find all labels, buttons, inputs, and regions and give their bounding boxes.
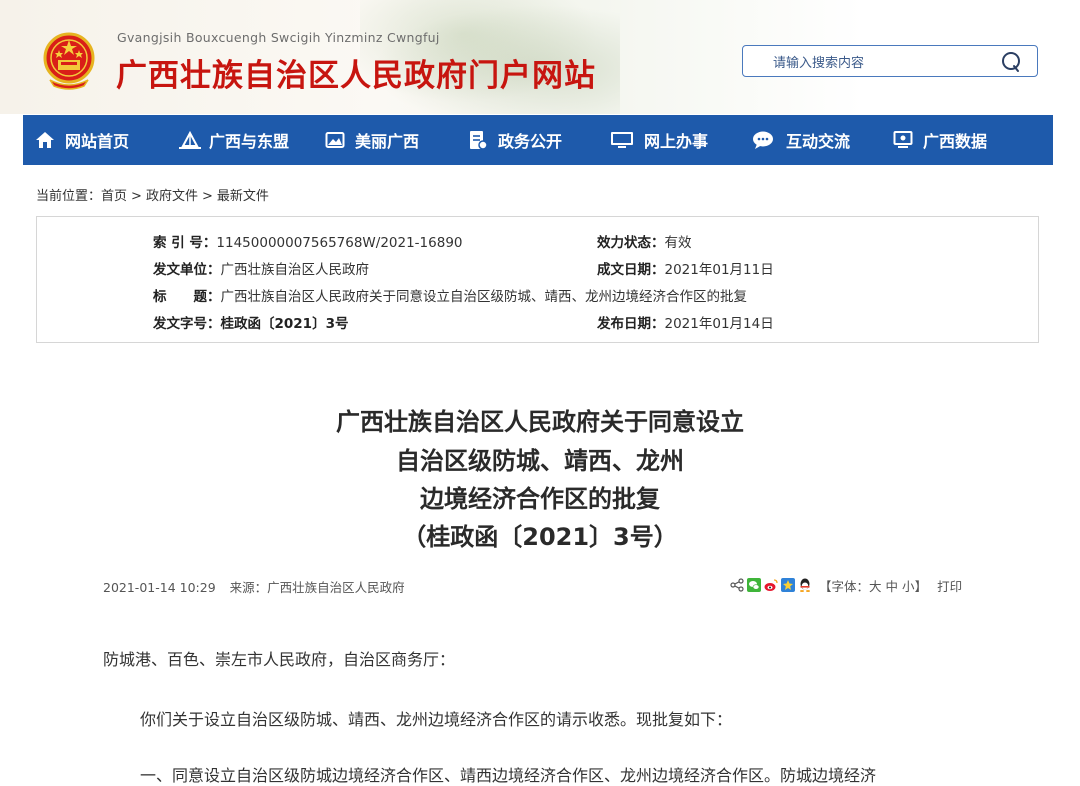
document-icon <box>470 131 488 150</box>
meta-index: 索 引 号：11450000007565768W/2021-16890 <box>153 231 463 251</box>
breadcrumb-separator: > <box>201 189 213 204</box>
breadcrumb-separator: > <box>131 189 142 204</box>
meta-issuer: 发文单位：广西壮族自治区人民政府 <box>153 258 369 278</box>
font-size-medium-link[interactable]: 中 <box>886 576 899 595</box>
meta-created-value: 2021年01月11日 <box>664 262 774 278</box>
search-box[interactable]: 请输入搜索内容 <box>742 45 1038 77</box>
meta-published-label: 发布日期： <box>597 316 665 332</box>
main-nav: 网站首页 广西与东盟 美丽广西 政务公开 网上办事 互动交流 广西数据 <box>23 115 1053 165</box>
breadcrumb-gov-docs[interactable]: 政府文件 <box>146 189 198 204</box>
meta-index-value: 11450000007565768W/2021-16890 <box>216 235 463 251</box>
nav-item-gov-affairs[interactable]: 政务公开 <box>468 115 562 165</box>
article-datetime: 2021-01-14 10:29 <box>103 580 216 595</box>
wechat-icon[interactable] <box>747 578 761 592</box>
meta-created: 成文日期：2021年01月11日 <box>597 258 774 278</box>
nav-item-label: 互动交流 <box>786 132 851 151</box>
breadcrumb-prefix: 当前位置： <box>36 189 102 204</box>
search-icon[interactable] <box>1001 51 1023 73</box>
site-title[interactable]: 广西壮族自治区人民政府门户网站 <box>116 50 596 95</box>
nav-item-label: 美丽广西 <box>355 132 420 151</box>
search-input[interactable]: 请输入搜索内容 <box>773 52 864 71</box>
image-icon <box>325 132 345 148</box>
meta-subject-label: 标 题： <box>153 289 221 305</box>
computer-icon <box>611 132 633 148</box>
meta-status-label: 效力状态： <box>597 235 665 251</box>
meta-published: 发布日期：2021年01月14日 <box>597 312 774 332</box>
article-paragraph: 你们关于设立自治区级防城、靖西、龙州边境经济合作区的请示收悉。现批复如下： <box>140 710 733 729</box>
nav-item-label: 网上办事 <box>644 132 709 151</box>
chat-icon <box>753 131 773 149</box>
document-meta-box: 索 引 号：11450000007565768W/2021-16890 效力状态… <box>36 216 1039 343</box>
share-icon[interactable] <box>730 578 744 592</box>
meta-docno-value: 桂政函〔2021〕3号 <box>220 316 349 332</box>
weibo-icon[interactable] <box>764 578 778 592</box>
national-emblem-icon[interactable] <box>36 28 102 94</box>
landmark-icon <box>179 130 201 149</box>
font-size-suffix: 】 <box>914 578 928 594</box>
article-paragraph: 防城港、百色、崇左市人民政府，自治区商务厅： <box>103 650 456 669</box>
nav-item-home[interactable]: 网站首页 <box>35 115 129 165</box>
article-info-line: 2021-01-14 10:29 来源：广西壮族自治区人民政府 <box>103 577 405 596</box>
article-title-line: （桂政函〔2021〕3号） <box>402 523 678 551</box>
nav-item-label: 政务公开 <box>498 132 563 151</box>
breadcrumb-latest-docs[interactable]: 最新文件 <box>217 189 269 204</box>
nav-item-label: 广西数据 <box>923 132 988 151</box>
meta-status: 效力状态：有效 <box>597 231 692 251</box>
site-header: Gvangjsih Bouxcuengh Swcigih Yinzminz Cw… <box>0 0 1080 114</box>
monitor-data-icon <box>893 131 913 148</box>
article-title-line: 广西壮族自治区人民政府关于同意设立 <box>336 408 744 436</box>
print-link[interactable]: 打印 <box>937 576 962 595</box>
font-size-small-link[interactable]: 小 <box>902 576 915 595</box>
meta-issuer-value: 广西壮族自治区人民政府 <box>220 262 370 278</box>
site-subtitle-zhuang: Gvangjsih Bouxcuengh Swcigih Yinzminz Cw… <box>117 30 440 45</box>
nav-item-online-services[interactable]: 网上办事 <box>610 115 708 165</box>
breadcrumb-home[interactable]: 首页 <box>101 189 127 204</box>
nav-item-beautiful-guangxi[interactable]: 美丽广西 <box>325 115 419 165</box>
meta-subject: 标 题：广西壮族自治区人民政府关于同意设立自治区级防城、靖西、龙州边境经济合作区… <box>153 285 747 305</box>
meta-published-value: 2021年01月14日 <box>664 316 774 332</box>
meta-issuer-label: 发文单位： <box>153 262 221 278</box>
qq-icon[interactable] <box>798 578 812 592</box>
meta-created-label: 成文日期： <box>597 262 665 278</box>
nav-item-label: 广西与东盟 <box>209 132 290 151</box>
share-toolbar: 【字体：大中小】打印 <box>730 576 962 594</box>
nav-item-guangxi-data[interactable]: 广西数据 <box>893 115 987 165</box>
home-icon <box>36 132 54 148</box>
meta-subject-value: 广西壮族自治区人民政府关于同意设立自治区级防城、靖西、龙州边境经济合作区的批复 <box>220 289 748 305</box>
article-source: 来源：广西壮族自治区人民政府 <box>229 580 405 595</box>
nav-item-label: 网站首页 <box>65 132 130 151</box>
article-paragraph: 一、同意设立自治区级防城边境经济合作区、靖西边境经济合作区、龙州边境经济合作区。… <box>140 766 877 785</box>
meta-docno: 发文字号：桂政函〔2021〕3号 <box>153 312 348 332</box>
nav-item-interaction[interactable]: 互动交流 <box>752 115 850 165</box>
nav-item-asean[interactable]: 广西与东盟 <box>177 115 289 165</box>
meta-docno-label: 发文字号： <box>153 316 221 332</box>
qzone-icon[interactable] <box>781 578 795 592</box>
article-title-line: 自治区级防城、靖西、龙州 <box>396 447 684 475</box>
meta-status-value: 有效 <box>664 235 692 251</box>
meta-index-label: 索 引 号： <box>153 235 217 251</box>
font-size-prefix: 【字体： <box>819 578 870 594</box>
font-size-large-link[interactable]: 大 <box>869 576 882 595</box>
breadcrumb: 当前位置：首页 > 政府文件 > 最新文件 <box>36 185 269 204</box>
article-title-line: 边境经济合作区的批复 <box>420 485 660 513</box>
